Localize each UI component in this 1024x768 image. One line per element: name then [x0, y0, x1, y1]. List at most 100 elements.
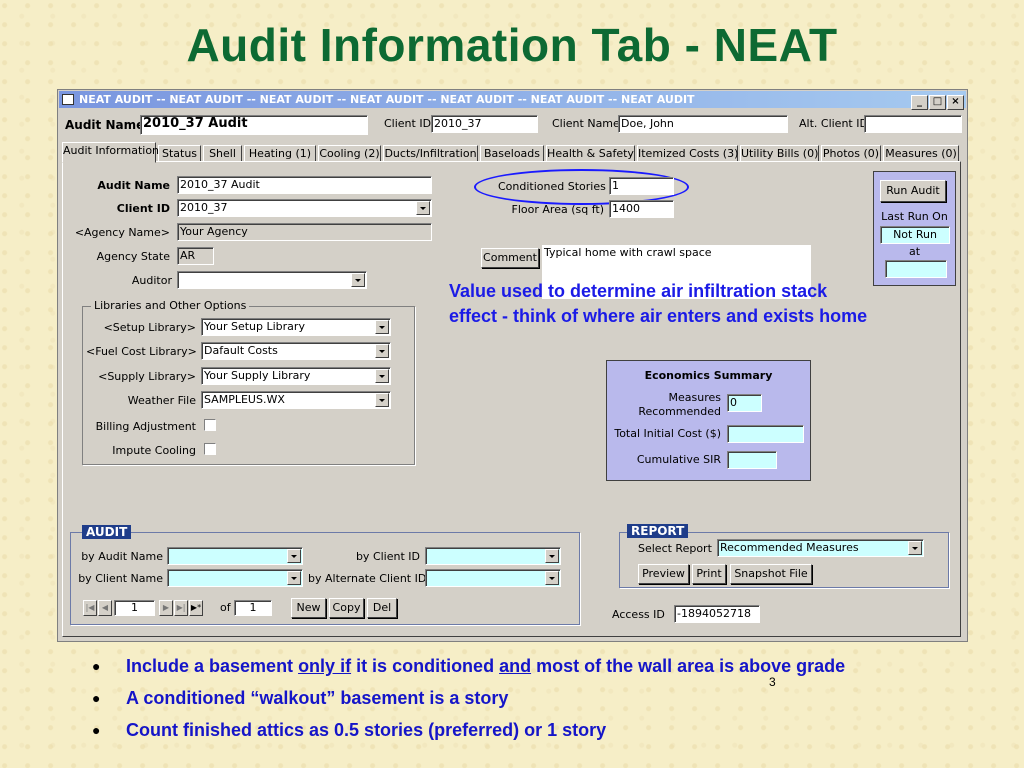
cumulative-sir-label: Cumulative SIR [636, 453, 721, 466]
chevron-down-icon[interactable] [351, 273, 365, 287]
next-record-icon[interactable]: ▶ [159, 600, 173, 616]
tab-audit-information[interactable]: Audit Information [62, 142, 159, 163]
tab-itemized-costs[interactable]: Itemized Costs (3) [637, 145, 738, 162]
tab-baseloads[interactable]: Baseloads [480, 145, 544, 162]
select-report-combo[interactable]: Recommended Measures [717, 539, 924, 557]
bullet-icon: ● [92, 722, 101, 738]
print-button[interactable]: Print [692, 564, 726, 584]
del-button[interactable]: Del [367, 598, 397, 618]
tab-status[interactable]: Status [158, 145, 201, 162]
measures-recommended-label-1: Measures [668, 391, 721, 404]
tab-photos[interactable]: Photos (0) [821, 145, 881, 162]
setup-library-combo[interactable]: Your Setup Library [201, 318, 391, 336]
economics-summary-title: Economics Summary [644, 369, 773, 382]
window-titlebar[interactable]: NEAT AUDIT -- NEAT AUDIT -- NEAT AUDIT -… [59, 91, 966, 110]
header-audit-name-field[interactable]: 2010_37 Audit [140, 115, 368, 135]
supply-library-combo[interactable]: Your Supply Library [201, 367, 391, 385]
by-client-name-label: by Client Name [78, 572, 163, 585]
chevron-down-icon[interactable] [545, 549, 559, 563]
by-audit-name-combo[interactable] [167, 547, 303, 565]
minimize-button[interactable]: _ [911, 95, 928, 110]
chevron-down-icon[interactable] [375, 320, 389, 334]
bullet-item: ● A conditioned “walkout” basement is a … [92, 688, 509, 708]
tab-utility-bills[interactable]: Utility Bills (0) [740, 145, 819, 162]
conditioned-stories-label: Conditioned Stories [498, 180, 606, 193]
floor-area-label: Floor Area (sq ft) [511, 203, 604, 216]
record-number-field[interactable]: 1 [114, 600, 155, 616]
previous-record-icon[interactable]: ◀ [98, 600, 112, 616]
audit-name-field[interactable]: 2010_37 Audit [177, 176, 432, 194]
comment-button[interactable]: Comment [481, 248, 539, 268]
billing-adjustment-checkbox[interactable] [204, 419, 216, 431]
impute-cooling-label: Impute Cooling [112, 444, 196, 457]
by-client-name-combo[interactable] [167, 569, 303, 587]
tab-cooling[interactable]: Cooling (2) [318, 145, 381, 162]
bullet-item: ● Count finished attics as 0.5 stories (… [92, 720, 607, 740]
bullet-list: ● Include a basement only if it is condi… [92, 655, 932, 751]
bullet-icon: ● [92, 658, 101, 674]
run-audit-button[interactable]: Run Audit [880, 180, 946, 202]
client-id-label: Client ID [116, 202, 170, 215]
of-label: of [220, 601, 231, 614]
chevron-down-icon[interactable] [287, 549, 301, 563]
total-initial-cost-label: Total Initial Cost ($) [614, 427, 721, 440]
chevron-down-icon[interactable] [416, 201, 430, 215]
window-title: NEAT AUDIT -- NEAT AUDIT -- NEAT AUDIT -… [79, 93, 695, 106]
auditor-combo[interactable] [177, 271, 367, 289]
by-client-id-combo[interactable] [425, 547, 561, 565]
fuel-cost-library-label: <Fuel Cost Library> [86, 345, 197, 358]
libraries-group-title: Libraries and Other Options [91, 299, 250, 312]
chevron-down-icon[interactable] [545, 571, 559, 585]
alt-client-id-field[interactable] [864, 115, 962, 133]
bullet-icon: ● [92, 690, 101, 706]
new-record-icon[interactable]: ▶* [189, 600, 203, 616]
cumulative-sir-field [727, 451, 777, 469]
copy-button[interactable]: Copy [329, 598, 364, 618]
header-client-name-label: Client Name [552, 117, 620, 130]
header-client-name-field[interactable]: Doe, John [618, 115, 788, 133]
conditioned-stories-field[interactable]: 1 [609, 177, 674, 195]
weather-file-combo[interactable]: SAMPLEUS.WX [201, 391, 391, 409]
client-id-combo[interactable]: 2010_37 [177, 199, 432, 217]
preview-button[interactable]: Preview [638, 564, 689, 584]
audit-box-title: AUDIT [82, 525, 132, 539]
stories-callout: Value used to determine air infiltration… [449, 281, 868, 326]
close-button[interactable]: × [947, 95, 964, 110]
chevron-down-icon[interactable] [287, 571, 301, 585]
tab-measures[interactable]: Measures (0) [883, 145, 959, 162]
header-client-id-label: Client ID [384, 117, 432, 130]
tab-shell[interactable]: Shell [203, 145, 242, 162]
chevron-down-icon[interactable] [375, 369, 389, 383]
impute-cooling-checkbox[interactable] [204, 443, 216, 455]
chevron-down-icon[interactable] [908, 541, 922, 555]
auditor-label: Auditor [131, 274, 172, 287]
total-initial-cost-field [727, 425, 804, 443]
neat-audit-window: NEAT AUDIT -- NEAT AUDIT -- NEAT AUDIT -… [57, 89, 968, 642]
measures-recommended-label-2: Recommended [638, 405, 721, 418]
last-record-icon[interactable]: ▶| [174, 600, 188, 616]
at-label: at [908, 245, 921, 258]
header-client-id-field[interactable]: 2010_37 [431, 115, 538, 133]
fuel-cost-library-combo[interactable]: Dafault Costs [201, 342, 391, 360]
alt-client-id-label: Alt. Client ID [799, 117, 868, 130]
floor-area-field[interactable]: 1400 [609, 200, 674, 218]
chevron-down-icon[interactable] [375, 344, 389, 358]
by-client-id-label: by Client ID [355, 550, 420, 563]
billing-adjustment-label: Billing Adjustment [95, 420, 196, 433]
snapshot-file-button[interactable]: Snapshot File [730, 564, 812, 584]
tab-health-safety[interactable]: Health & Safety [546, 145, 635, 162]
first-record-icon[interactable]: |◀ [83, 600, 97, 616]
setup-library-label: <Setup Library> [103, 321, 196, 334]
by-audit-name-label: by Audit Name [81, 550, 163, 563]
last-run-on-label: Last Run On [881, 210, 948, 223]
tab-ducts-infiltration[interactable]: Ducts/Infiltration [383, 145, 478, 162]
access-id-label: Access ID [612, 608, 665, 621]
supply-library-label: <Supply Library> [98, 370, 196, 383]
tab-heating[interactable]: Heating (1) [244, 145, 316, 162]
new-button[interactable]: New [291, 598, 326, 618]
slide-title: Audit Information Tab - NEAT [186, 19, 838, 71]
chevron-down-icon[interactable] [375, 393, 389, 407]
by-alternate-client-id-combo[interactable] [425, 569, 561, 587]
maximize-button[interactable]: □ [929, 95, 946, 110]
run-at-field [885, 260, 947, 278]
